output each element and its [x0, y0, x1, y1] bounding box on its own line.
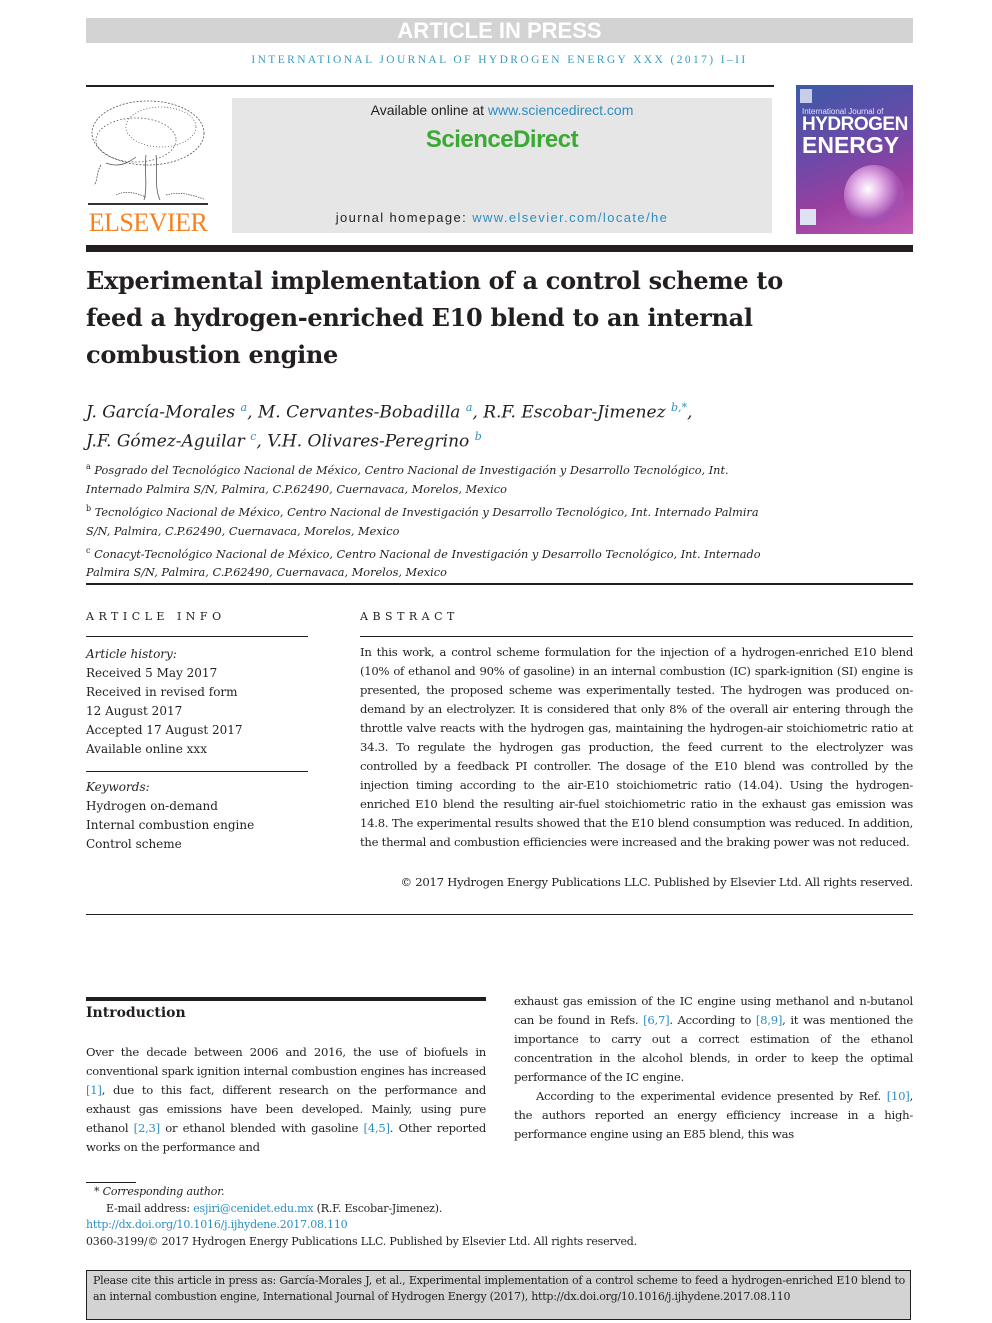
body-text: Over the decade between 2006 and 2016, t… [86, 1045, 486, 1078]
reference-link[interactable]: [2,3] [134, 1121, 160, 1135]
author-affiliation-marker[interactable]: a [241, 401, 248, 414]
sciencedirect-link[interactable]: www.sciencedirect.com [488, 102, 634, 118]
doi-link[interactable]: http://dx.doi.org/10.1016/j.ijhydene.201… [86, 1218, 348, 1231]
keyword-item: Hydrogen on-demand [86, 799, 218, 813]
history-item: Available online xxx [86, 742, 207, 756]
article-info-divider [86, 636, 308, 637]
citation-box: Please cite this article in press as: Ga… [86, 1270, 911, 1320]
cover-title-energy: ENERGY [802, 132, 900, 158]
homepage-label: journal homepage: [335, 210, 473, 225]
article-info-heading: ARTICLE INFO [86, 610, 226, 623]
email-suffix: (R.F. Escobar-Jimenez). [313, 1201, 443, 1215]
author-affiliation-marker[interactable]: a [466, 401, 473, 414]
reference-link[interactable]: [1] [86, 1083, 102, 1097]
introduction-paragraph-left: Over the decade between 2006 and 2016, t… [86, 1043, 486, 1157]
affiliation-text: Tecnológico Nacional de México, Centro N… [86, 505, 759, 538]
affiliation-text: Posgrado del Tecnológico Nacional de Méx… [86, 463, 729, 496]
reference-link[interactable]: [6,7] [643, 1013, 669, 1027]
keywords-divider [86, 771, 308, 772]
abstract-copyright: © 2017 Hydrogen Energy Publications LLC.… [400, 875, 914, 889]
author-affiliation-marker[interactable]: b [475, 430, 482, 443]
author-name[interactable]: J. García-Morales [86, 403, 235, 423]
author-name[interactable]: V.H. Olivares-Peregrino [267, 431, 469, 451]
affiliation-key: c [86, 545, 91, 555]
abstract-divider [360, 636, 913, 637]
front-matter-divider [86, 583, 913, 585]
header-divider [86, 85, 774, 87]
history-item: Received 5 May 2017 [86, 666, 218, 680]
history-item: Accepted 17 August 2017 [86, 723, 243, 737]
journal-homepage-link[interactable]: www.elsevier.com/locate/he [472, 210, 668, 225]
abstract-end-divider [86, 914, 913, 915]
sciencedirect-box: Available online at www.sciencedirect.co… [232, 98, 772, 233]
author-name[interactable]: J.F. Gómez-Aguilar [86, 431, 245, 451]
introduction-paragraph: exhaust gas emission of the IC engine us… [514, 992, 913, 1087]
author-name[interactable]: R.F. Escobar-Jimenez [483, 403, 665, 423]
reference-link[interactable]: [4,5] [364, 1121, 390, 1135]
author-affiliation-marker[interactable]: c [250, 430, 256, 443]
section-rule [86, 997, 486, 1001]
body-text: or ethanol blended with gasoline [159, 1121, 364, 1135]
author-list: J. García-Morales a, M. Cervantes-Bobadi… [86, 401, 693, 452]
cover-publisher-badge [800, 89, 812, 103]
email-link[interactable]: esjiri@cenidet.edu.mx [193, 1202, 313, 1215]
introduction-heading: Introduction [86, 1005, 186, 1021]
issn-copyright: 0360-3199/© 2017 Hydrogen Energy Publica… [86, 1234, 637, 1248]
introduction-paragraph: According to the experimental evidence p… [514, 1087, 913, 1144]
email-label: E-mail address: [106, 1201, 194, 1215]
article-in-press-banner: ARTICLE IN PRESS [86, 18, 913, 43]
available-online-label: Available online at [370, 102, 488, 118]
introduction-column-right: exhaust gas emission of the IC engine us… [514, 992, 913, 1144]
body-text: . According to [669, 1013, 756, 1027]
keywords-label: Keywords: [86, 780, 150, 794]
email-line: E-mail address: esjiri@cenidet.edu.mx (R… [86, 1201, 706, 1218]
history-item: Received in revised form [86, 685, 238, 699]
cover-orb-graphic [844, 165, 904, 225]
article-title: Experimental implementation of a control… [86, 266, 783, 369]
article-history-label: Article history: [86, 647, 177, 661]
reference-link[interactable]: [8,9] [756, 1013, 782, 1027]
footnote-rule [86, 1182, 136, 1183]
body-text: According to the experimental evidence p… [536, 1089, 887, 1103]
affiliation-text: Conacyt-Tecnológico Nacional de México, … [86, 547, 761, 580]
keyword-item: Control scheme [86, 837, 182, 851]
corresponding-author-note: * Corresponding author. [94, 1185, 225, 1198]
affiliation-key: b [86, 503, 92, 513]
author-affiliation-marker[interactable]: b,* [671, 401, 687, 414]
journal-running-header: INTERNATIONAL JOURNAL OF HYDROGEN ENERGY… [251, 54, 748, 66]
author-name[interactable]: M. Cervantes-Bobadilla [258, 403, 461, 423]
elsevier-wordmark: ELSEVIER [88, 208, 208, 237]
available-online-line: Available online at www.sciencedirect.co… [232, 102, 772, 118]
affiliations: a Posgrado del Tecnológico Nacional de M… [86, 457, 786, 582]
journal-cover-image[interactable]: International Journal of HYDROGEN ENERGY [796, 85, 913, 234]
abstract-heading: ABSTRACT [360, 610, 459, 623]
abstract-text: In this work, a control scheme formulati… [360, 645, 913, 849]
elsevier-logo[interactable]: ELSEVIER [86, 95, 210, 240]
footnotes: * Corresponding author. E-mail address: … [86, 1184, 706, 1250]
keywords: Keywords: Hydrogen on-demand Internal co… [86, 778, 316, 854]
elsevier-tree-icon [88, 100, 208, 205]
keyword-item: Internal combustion engine [86, 818, 255, 832]
journal-homepage-line: journal homepage: www.elsevier.com/locat… [232, 210, 772, 225]
reference-link[interactable]: [10] [887, 1089, 910, 1103]
cover-society-logo [800, 209, 816, 225]
history-item: 12 August 2017 [86, 704, 183, 718]
citation-text: Please cite this article in press as: Ga… [93, 1274, 905, 1303]
affiliation-item: b Tecnológico Nacional de México, Centro… [86, 499, 786, 541]
masthead-thick-divider [86, 245, 913, 252]
affiliation-key: a [86, 462, 91, 471]
article-history: Article history: Received 5 May 2017 Rec… [86, 645, 316, 759]
affiliation-item: c Conacyt-Tecnológico Nacional de México… [86, 541, 786, 583]
affiliation-item: a Posgrado del Tecnológico Nacional de M… [86, 457, 786, 499]
sciencedirect-logo[interactable]: ScienceDirect [232, 126, 772, 154]
